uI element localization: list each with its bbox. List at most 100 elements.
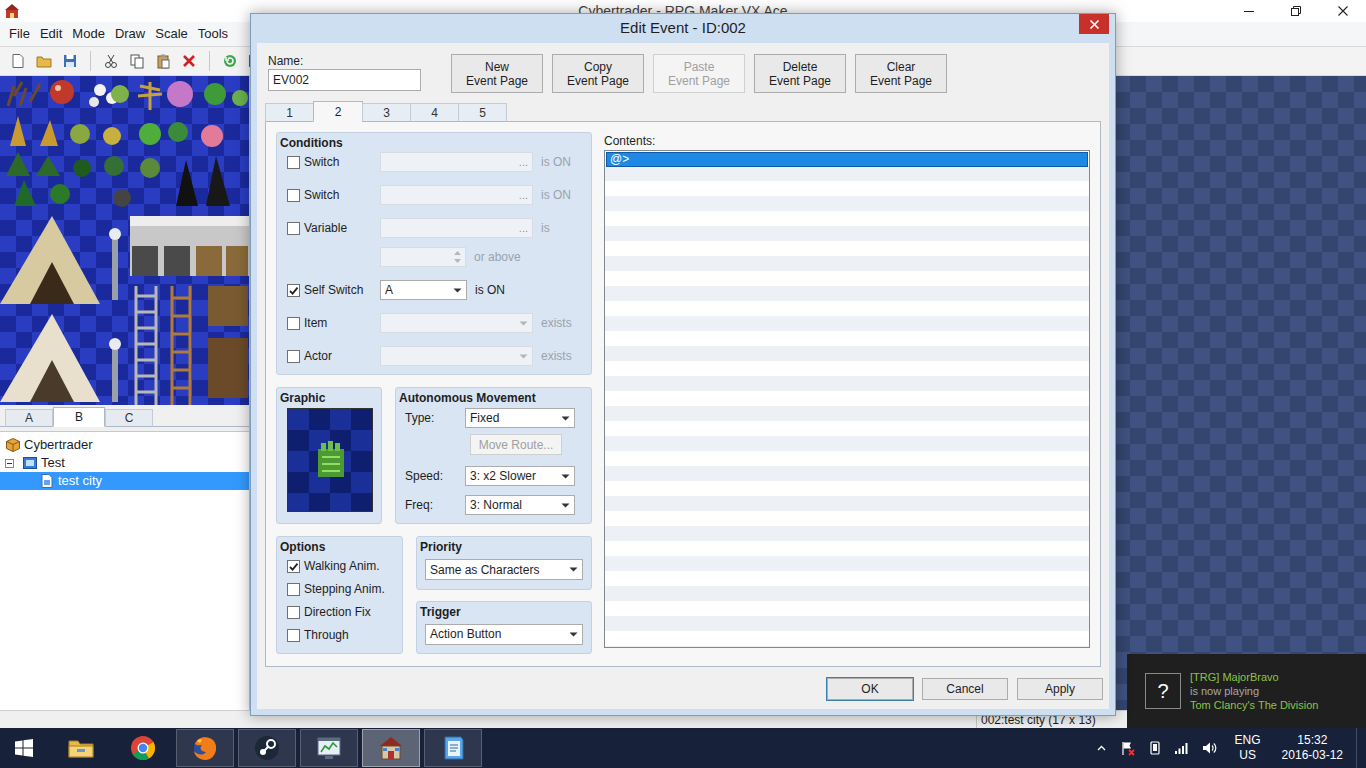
condition-toggle: Switch [287,185,380,205]
cut-button[interactable] [99,49,123,73]
clock[interactable]: 15:322016-03-12 [1282,733,1343,763]
minimize-button[interactable] [1225,0,1272,22]
dialog-button[interactable]: Cancel [922,678,1008,700]
action-center-icon [1120,740,1136,756]
checkbox[interactable] [287,317,300,330]
menu-item[interactable]: Scale [155,24,188,44]
type-dropdown[interactable]: Fixed [465,408,575,428]
page-tab[interactable]: 4 [410,103,459,122]
taskbar-app[interactable] [300,729,358,767]
tree-item[interactable]: Cybertrader [0,436,249,454]
page-buttons: NewEvent PageCopyEvent PagePasteEvent Pa… [451,54,947,93]
page-button[interactable]: NewEvent Page [451,54,543,93]
show-hidden-icons[interactable] [1094,740,1110,756]
tree-item[interactable]: Test [0,454,249,472]
refresh-button[interactable] [218,49,242,73]
event-commands-list[interactable]: @> [604,150,1090,648]
action-center-button[interactable] [1119,739,1137,757]
menu-item[interactable]: Tools [198,24,228,44]
volume-button[interactable] [1200,739,1218,757]
checkbox[interactable] [287,350,300,363]
copy-button[interactable] [125,49,149,73]
expander[interactable] [5,459,14,468]
map-tree: CybertraderTesttest city [0,431,249,710]
tileset-tab[interactable]: C [105,409,153,427]
open-button[interactable] [32,49,56,73]
checkbox[interactable] [287,222,300,235]
page-button[interactable]: CopyEvent Page [552,54,644,93]
page-button[interactable]: ClearEvent Page [855,54,947,93]
show-desktop[interactable] [1356,728,1364,768]
save-button[interactable] [58,49,82,73]
speed-dropdown[interactable]: 3: x2 Slower [465,466,575,486]
page-tab[interactable]: 1 [265,103,314,122]
checkbox[interactable] [287,156,300,169]
move-route-button-label: Move Route... [479,436,554,454]
taskbar-app[interactable] [52,729,110,767]
graphic-preview[interactable] [287,408,373,512]
network-button[interactable] [1173,739,1191,757]
keyboard-layout: US [1239,748,1256,763]
menu-item[interactable]: Mode [72,24,105,44]
command-row[interactable]: @> [606,152,1088,167]
taskbar-app[interactable] [424,729,482,767]
notification-toast[interactable]: ?[TRG] MajorBravois now playingTom Clanc… [1127,654,1366,728]
menu-item[interactable]: File [9,24,30,44]
close-button[interactable] [1319,0,1366,22]
tileset-tab[interactable]: B [53,407,105,427]
tileset-tab[interactable]: A [5,409,53,427]
dialog-button[interactable]: Apply [1017,678,1103,700]
left-panel: AB C CybertraderTesttest city [0,76,250,710]
date: 2016-03-12 [1282,748,1343,763]
page-tab[interactable]: 5 [458,103,507,122]
taskbar-app[interactable] [176,729,234,767]
command-text: @> [610,152,629,166]
dialog-close-button[interactable] [1079,14,1109,34]
tileset-palette[interactable] [0,76,249,405]
taskbar-app[interactable] [238,729,296,767]
option-item[interactable]: Through [287,627,399,643]
tree-label: test city [58,471,102,491]
checkbox[interactable] [287,284,300,297]
option-item[interactable]: Walking Anim. [287,558,399,574]
checkbox[interactable] [287,189,300,202]
start-button[interactable] [0,728,48,768]
dialog-button[interactable]: OK [827,678,913,700]
chevron-up-icon [1096,743,1107,753]
paste-button[interactable] [151,49,175,73]
checkbox[interactable] [287,629,300,642]
group-title: Options [280,540,399,555]
delete-button[interactable] [177,49,201,73]
tab-label: C [125,409,134,427]
taskbar-app[interactable] [362,729,420,767]
option-item[interactable]: Direction Fix [287,604,399,620]
maximize-button[interactable] [1272,0,1319,22]
self-switch-dropdown[interactable]: A [380,280,467,300]
device-button[interactable] [1146,739,1164,757]
language: ENG [1235,733,1261,748]
condition-toggle: Variable [287,218,380,238]
conditions-list: Switch...is ONSwitch...is ONVariable...i… [280,152,588,366]
page-tab[interactable]: 2 [313,101,363,122]
rpg-maker-icon [4,3,20,19]
checkbox[interactable] [287,583,300,596]
checkbox[interactable] [287,560,300,573]
page-button[interactable]: DeleteEvent Page [754,54,846,93]
menu-item[interactable]: Edit [40,24,62,44]
condition-fields: ...is ON [380,152,571,172]
checkbox[interactable] [287,606,300,619]
trigger-dropdown[interactable]: Action Button [425,624,583,645]
name-input[interactable] [268,69,421,91]
page-tab[interactable]: 3 [362,103,411,122]
priority-dropdown[interactable]: Same as Characters [425,559,583,580]
taskbar-app[interactable] [114,729,172,767]
new-button[interactable] [6,49,30,73]
tree-item[interactable]: test city [0,472,249,490]
graphic-movement-row: GraphicAutonomous MovementType:FixedMove… [276,387,592,524]
menu-item[interactable]: Draw [115,24,145,44]
condition-fields: Ais ON [380,280,505,300]
option-item[interactable]: Stepping Anim. [287,581,399,597]
input-language[interactable]: ENGUS [1235,733,1261,763]
delete-icon [181,53,197,69]
freq-dropdown[interactable]: 3: Normal [465,495,575,515]
